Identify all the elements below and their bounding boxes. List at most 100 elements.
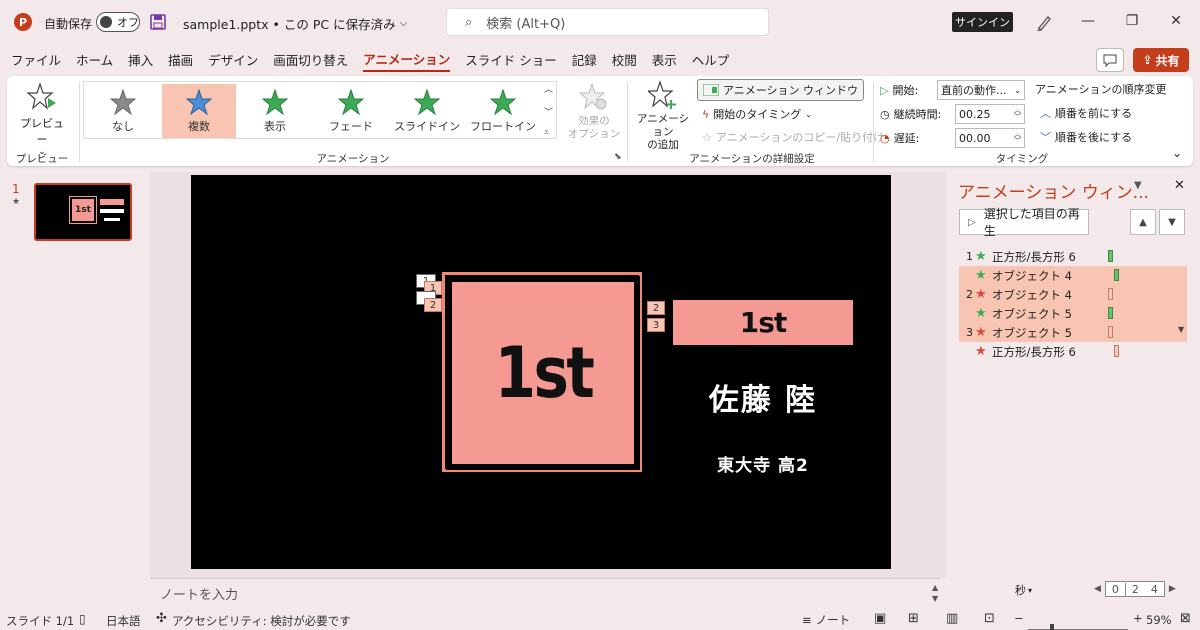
dialog-launcher-icon[interactable]: ⬊ (614, 152, 622, 162)
menu-item-2[interactable]: 挿入 (128, 46, 153, 72)
restore-icon[interactable]: ❐ (1122, 10, 1142, 32)
red-star-icon: ★ (975, 343, 987, 359)
slideshow-icon[interactable]: ⊡ (984, 611, 995, 626)
timeline-control[interactable]: ◀ 0 2 4 ▶ (1094, 581, 1176, 597)
vertical-scroll[interactable]: ▲ ▼ (932, 582, 944, 604)
comment-icon (1103, 54, 1117, 67)
scroll-right-icon[interactable]: ▶ (1169, 584, 1176, 594)
notes-label: ノート (815, 613, 851, 627)
menu-item-11[interactable]: ヘルプ (692, 46, 730, 72)
slide-thumbnail[interactable]: 1st (34, 183, 132, 241)
spinner-arrows-icon[interactable]: ︿ ﹀ (1014, 107, 1021, 121)
gallery-item-label: フロートイン (470, 120, 536, 133)
duration-spinner[interactable]: 00.25 ︿ ﹀ (955, 104, 1025, 124)
close-pane-icon[interactable]: ✕ (1174, 178, 1185, 193)
animation-item[interactable]: ★ オブジェクト 4 (959, 266, 1187, 285)
start-timing-button[interactable]: ϟ 開始のタイミング ⌄ (702, 104, 812, 124)
seconds-dropdown[interactable]: 秒 ▾ (1015, 582, 1032, 598)
search-box[interactable]: ⌕ 検索 (Alt+Q) (446, 8, 769, 36)
scroll-up-icon[interactable]: ︿ (544, 82, 558, 95)
zoom-in-icon[interactable]: + (1133, 611, 1143, 625)
menu-item-1[interactable]: ホーム (76, 46, 113, 72)
green-star-icon: ★ (975, 248, 987, 264)
rank-bar-text: 1st (739, 306, 788, 339)
effect-options-button[interactable]: 効果の オプション (565, 82, 623, 141)
animation-window-label: アニメーション ウィンドウ (723, 84, 859, 97)
normal-view-icon[interactable]: ▣ (874, 611, 886, 626)
gallery-item-2[interactable]: 表示 (238, 84, 312, 138)
thumb-square-text: 1st (75, 205, 91, 215)
move-earlier-button[interactable]: ︿ 順番を前にする (1040, 103, 1132, 123)
notes-toggle[interactable]: ≡ ノート (802, 612, 850, 628)
menu-item-6[interactable]: アニメーション (363, 46, 451, 72)
delay-spinner[interactable]: 00.00 ︿ ﹀ (955, 128, 1025, 148)
comment-button[interactable] (1096, 48, 1124, 72)
slide-sorter-icon[interactable]: ⊞ (908, 611, 919, 626)
signin-button[interactable]: サインイン (952, 12, 1013, 32)
menu-item-8[interactable]: 記録 (572, 46, 597, 72)
rank-bar[interactable]: 1st (673, 300, 853, 345)
menu-item-3[interactable]: 描画 (168, 46, 193, 72)
move-down-button[interactable]: ▼ (1159, 209, 1185, 235)
autosave-toggle[interactable]: オフ (96, 12, 140, 32)
preview-button[interactable]: プレビュー ⌄ (15, 82, 69, 157)
gallery-item-3[interactable]: フェード (314, 84, 388, 138)
close-icon[interactable]: ✕ (1166, 10, 1186, 32)
move-later-button[interactable]: ﹀ 順番を後にする (1040, 127, 1132, 147)
play-selected-button[interactable]: ▷ 選択した項目の再生 (959, 207, 1089, 238)
animation-item[interactable]: 3 ★ オブジェクト 5 (959, 323, 1187, 342)
scroll-down-icon[interactable]: ﹀ (544, 105, 558, 118)
gallery-item-4[interactable]: スライドイン (390, 84, 464, 138)
menu-item-9[interactable]: 校閲 (612, 46, 637, 72)
status-bar: スライド 1/1 ▯ 日本語 ✣ アクセシビリティ: 検討が必要です ≡ ノート … (0, 608, 1200, 630)
accessibility-status[interactable]: アクセシビリティ: 検討が必要です (172, 613, 351, 629)
scroll-left-icon[interactable]: ◀ (1094, 584, 1101, 594)
menu-item-10[interactable]: 表示 (652, 46, 677, 72)
zoom-thumb[interactable] (1050, 624, 1054, 630)
expand-icon[interactable]: ▼ (1178, 325, 1184, 334)
animation-item[interactable]: ★ 正方形/長方形 6 (959, 342, 1187, 361)
notes-input[interactable]: ノートを入力 (150, 580, 930, 606)
big-square[interactable]: 1st (446, 276, 640, 470)
menu-bar: ファイル ホーム 挿入 描画 デザイン 画面切り替え アニメーション スライド ショー 記録 校閲… (0, 46, 1200, 72)
menu-item-7[interactable]: スライド ショー (465, 46, 556, 72)
animation-group-label: アニメーション (316, 153, 390, 165)
person-name[interactable]: 佐藤 陸 (673, 375, 853, 419)
gallery-item-1[interactable]: 複数 (162, 84, 236, 138)
share-button[interactable]: ⇪ 共有 (1133, 48, 1189, 72)
animation-window-button[interactable]: アニメーション ウィンドウ (697, 79, 865, 101)
minimize-icon[interactable]: — (1078, 10, 1098, 32)
reorder-title: アニメーションの順序変更 (1035, 83, 1167, 96)
pen-icon[interactable] (1036, 13, 1052, 31)
start-select[interactable]: 直前の動作... ⌄ (937, 80, 1025, 100)
move-up-button[interactable]: ▲ (1130, 209, 1156, 235)
filename-dropdown[interactable]: sample1.pptx • この PC に保存済み ⌵ (183, 14, 407, 33)
collapse-ribbon-icon[interactable]: ⌄ (1172, 146, 1182, 160)
menu-item-5[interactable]: 画面切り替え (273, 46, 348, 72)
animation-item[interactable]: 2 ★ オブジェクト 4 (959, 285, 1187, 304)
spell-check-icon[interactable]: ▯ (79, 612, 86, 626)
slide-canvas[interactable]: 1st 1st 佐藤 陸 東大寺 高2 1 1 2 2 3 (191, 175, 891, 569)
add-animation-button[interactable]: アニメーション の追加 (632, 80, 694, 152)
reading-view-icon[interactable]: ▥ (946, 611, 958, 626)
animation-target: 正方形/長方形 6 (992, 249, 1076, 264)
animation-item[interactable]: ★ オブジェクト 5 (959, 304, 1187, 323)
animation-painter-button[interactable]: ☆ アニメーションのコピー/貼り付け (702, 127, 884, 147)
language-label[interactable]: 日本語 (106, 613, 141, 629)
gallery-scroll[interactable]: ︿ ﹀ ⩡ (544, 82, 558, 138)
spinner-arrows-icon[interactable]: ︿ ﹀ (1014, 131, 1021, 145)
fit-to-window-icon[interactable]: ⊠ (1180, 611, 1191, 626)
pane-options-icon[interactable]: ▼ (1134, 180, 1142, 191)
zoom-level[interactable]: 59% (1146, 613, 1172, 627)
zoom-out-icon[interactable]: − (1014, 611, 1024, 625)
animation-item[interactable]: 1 ★ 正方形/長方形 6 (959, 247, 1187, 266)
school-name[interactable]: 東大寺 高2 (673, 451, 853, 476)
gallery-item-0[interactable]: なし (86, 84, 160, 138)
save-icon[interactable] (150, 14, 166, 30)
gallery-item-5[interactable]: フロートイン (466, 84, 540, 138)
menu-item-0[interactable]: ファイル (11, 46, 61, 72)
slide-number: 1 (12, 182, 20, 196)
more-icon[interactable]: ⩡ (544, 128, 558, 138)
menu-item-4[interactable]: デザイン (208, 46, 258, 72)
play-icon: ▷ (880, 83, 889, 97)
